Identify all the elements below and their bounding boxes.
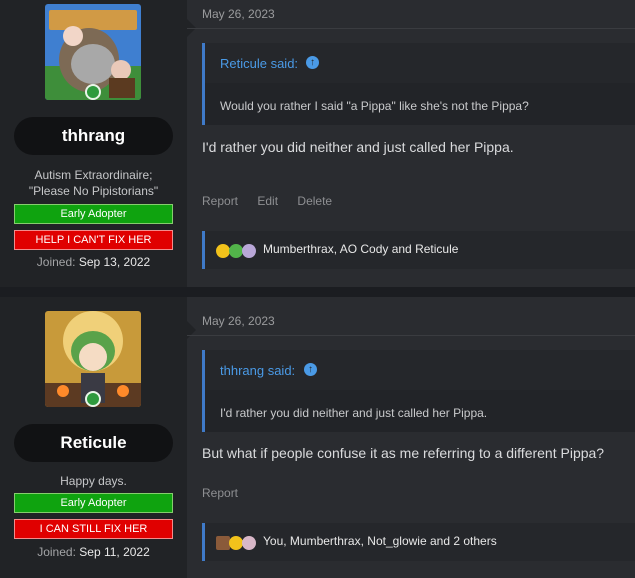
quote-body: Would you rather I said "a Pippa" like s… (205, 83, 635, 125)
message-text: I'd rather you did neither and just call… (202, 139, 514, 155)
post-actions: Report Edit Delete (202, 194, 348, 208)
user-panel: Reticule Happy days. Early Adopter I CAN… (0, 297, 187, 578)
online-status-icon (85, 84, 101, 100)
divider (187, 335, 635, 336)
joined-label: Joined: (36, 255, 76, 269)
user-banner: I CAN STILL FIX HER (14, 519, 173, 539)
delete-link[interactable]: Delete (297, 194, 332, 208)
chocolate-emoji-icon (216, 535, 230, 550)
edit-link[interactable]: Edit (257, 194, 278, 208)
post: thhrang Autism Extraordinaire; "Please N… (0, 0, 635, 287)
user-title-line: Autism Extraordinaire; (34, 168, 153, 182)
joined-info: Joined: Sep 13, 2022 (0, 255, 187, 269)
joined-info: Joined: Sep 11, 2022 (0, 545, 187, 559)
quote-block: thhrang said: ↑ I'd rather you did neith… (202, 350, 635, 432)
report-link[interactable]: Report (202, 486, 238, 500)
post-date[interactable]: May 26, 2023 (202, 7, 275, 21)
quote-text: Would you rather I said "a Pippa" like s… (220, 99, 529, 113)
reactions-bar[interactable]: Mumberthrax, AO Cody and Reticule (202, 231, 635, 269)
report-link[interactable]: Report (202, 194, 238, 208)
user-panel: thhrang Autism Extraordinaire; "Please N… (0, 0, 187, 287)
quote-author[interactable]: thhrang said: (220, 363, 295, 378)
joined-date: Sep 13, 2022 (78, 255, 151, 269)
check-emoji-icon (229, 243, 243, 258)
pipa-emoji-icon (242, 243, 256, 258)
quote-body: I'd rather you did neither and just call… (205, 390, 635, 432)
pipa-emoji-icon (242, 535, 256, 550)
user-title-line: "Please No Pipistorians" (28, 184, 159, 198)
reactions-bar[interactable]: You, Mumberthrax, Not_glowie and 2 other… (202, 523, 635, 561)
thinking-emoji-icon (229, 535, 243, 550)
thinking-emoji-icon (216, 243, 230, 258)
online-status-icon (85, 391, 101, 407)
jump-to-quote-icon[interactable]: ↑ (306, 56, 319, 69)
joined-label: Joined: (37, 545, 76, 559)
quote-text: I'd rather you did neither and just call… (220, 406, 488, 420)
jump-to-quote-icon[interactable]: ↑ (304, 363, 317, 376)
reaction-emoji-list (216, 534, 256, 550)
post-date[interactable]: May 26, 2023 (202, 314, 275, 328)
post-actions: Report (202, 486, 254, 500)
quote-block: Reticule said: ↑ Would you rather I said… (202, 43, 635, 125)
quote-author[interactable]: Reticule said: (220, 56, 298, 71)
username[interactable]: Reticule (14, 424, 173, 462)
reaction-emoji-list (216, 242, 256, 258)
user-title-line: Happy days. (60, 474, 127, 488)
reaction-names[interactable]: Mumberthrax, AO Cody and Reticule (263, 242, 458, 256)
user-banner-early-adopter: Early Adopter (14, 204, 173, 224)
message-text: But what if people confuse it as me refe… (202, 445, 605, 461)
post-separator (0, 287, 635, 297)
reaction-names[interactable]: You, Mumberthrax, Not_glowie and 2 other… (263, 534, 497, 548)
post: Reticule Happy days. Early Adopter I CAN… (0, 297, 635, 578)
user-banner-early-adopter: Early Adopter (14, 493, 173, 513)
divider (187, 28, 635, 29)
joined-date: Sep 11, 2022 (79, 545, 150, 559)
user-banner: HELP I CAN'T FIX HER (14, 230, 173, 250)
user-panel-arrow (187, 321, 196, 339)
username[interactable]: thhrang (14, 117, 173, 155)
